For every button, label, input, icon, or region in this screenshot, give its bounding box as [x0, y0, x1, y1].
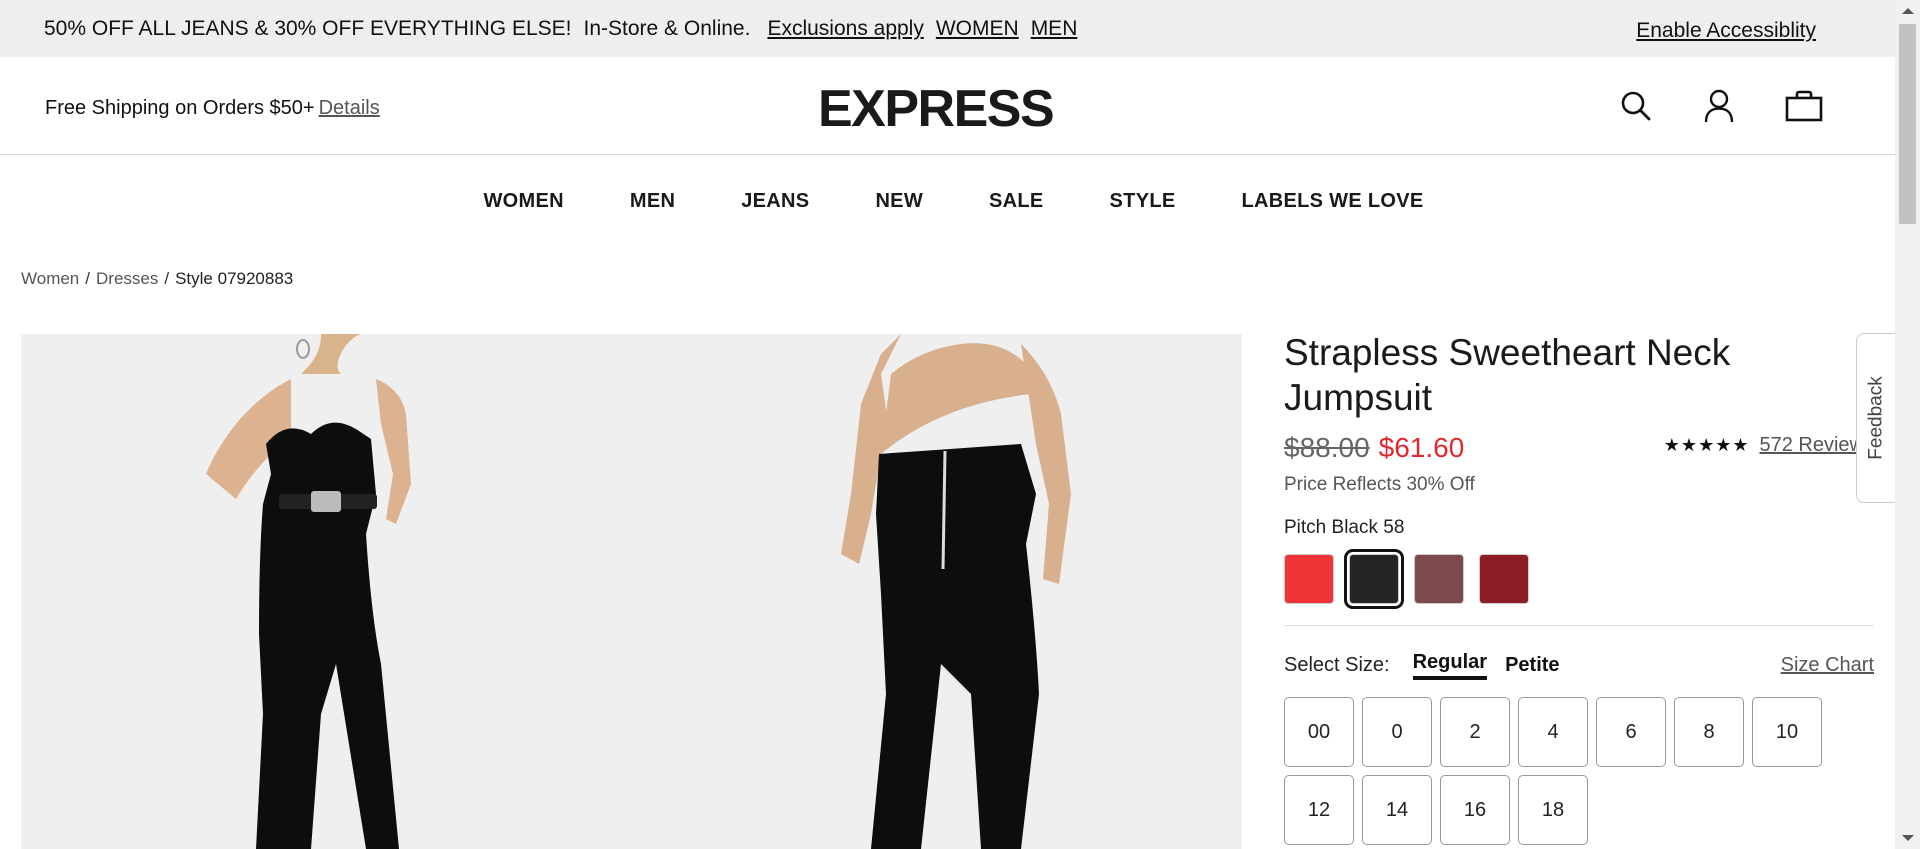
scroll-down-arrow-icon[interactable]: [1902, 835, 1914, 841]
size-option-18[interactable]: 18: [1518, 775, 1588, 845]
product-title: Strapless Sweetheart Neck Jumpsuit: [1284, 332, 1731, 418]
selected-color-name: Pitch Black 58: [1284, 517, 1405, 538]
size-option-12[interactable]: 12: [1284, 775, 1354, 845]
breadcrumb-separator: /: [85, 269, 90, 288]
color-swatch-burgundy[interactable]: [1479, 554, 1529, 604]
product-image-back[interactable]: [821, 334, 1121, 849]
shopping-bag-icon[interactable]: [1784, 86, 1824, 126]
color-swatch-mauve[interactable]: [1414, 554, 1464, 604]
original-price: $88.00: [1284, 432, 1370, 463]
review-summary: ★★★★★ 572 Reviews: [1664, 434, 1874, 457]
site-header: Free Shipping on Orders $50+ Details EXPR…: [0, 57, 1895, 155]
select-size-label: Select Size:: [1284, 654, 1390, 676]
size-option-10[interactable]: 10: [1752, 697, 1822, 767]
promo-men-link[interactable]: MEN: [1031, 17, 1078, 41]
breadcrumb: Women / Dresses / Style 07920883: [21, 269, 293, 289]
promo-bar: 50% OFF ALL JEANS & 30% OFF EVERYTHING E…: [0, 0, 1895, 57]
scroll-up-arrow-icon[interactable]: [1902, 8, 1914, 14]
size-option-16[interactable]: 16: [1440, 775, 1510, 845]
nav-men[interactable]: MEN: [630, 190, 675, 213]
nav-new[interactable]: NEW: [875, 190, 923, 213]
scrollbar-thumb[interactable]: [1899, 24, 1916, 224]
promo-subline: In-Store & Online.: [583, 16, 751, 40]
price-note: Price Reflects 30% Off: [1284, 474, 1475, 495]
nav-style[interactable]: STYLE: [1110, 190, 1176, 213]
shipping-details-link[interactable]: Details: [319, 97, 380, 119]
size-option-14[interactable]: 14: [1362, 775, 1432, 845]
size-options: 00 0 2 4 6 8 10 12 14 16 18: [1284, 697, 1844, 845]
size-tab-petite[interactable]: Petite: [1505, 654, 1559, 677]
shipping-text: Free Shipping on Orders $50+: [45, 97, 315, 119]
promo-women-link[interactable]: WOMEN: [936, 17, 1019, 41]
product-image-front[interactable]: [171, 334, 531, 849]
color-swatch-red[interactable]: [1284, 554, 1334, 604]
account-icon[interactable]: [1699, 86, 1739, 126]
breadcrumb-style: Style 07920883: [175, 269, 294, 288]
nav-labels-we-love[interactable]: LABELS WE LOVE: [1242, 190, 1424, 213]
feedback-tab[interactable]: Feedback: [1856, 333, 1896, 503]
promo-headline: 50% OFF ALL JEANS & 30% OFF EVERYTHING E…: [44, 16, 572, 40]
feedback-label: Feedback: [1865, 376, 1887, 460]
page-scrollbar[interactable]: [1895, 0, 1920, 849]
size-option-8[interactable]: 8: [1674, 697, 1744, 767]
product-info: Strapless Sweetheart Neck Jumpsuit $88.0…: [1284, 330, 1874, 845]
size-selector-header: Select Size: Regular Petite Size Chart: [1284, 651, 1874, 680]
exclusions-link[interactable]: Exclusions apply: [767, 17, 923, 41]
main-nav: WOMEN MEN JEANS NEW SALE STYLE LABELS WE…: [0, 155, 1895, 247]
size-option-2[interactable]: 2: [1440, 697, 1510, 767]
size-option-6[interactable]: 6: [1596, 697, 1666, 767]
size-option-0[interactable]: 0: [1362, 697, 1432, 767]
nav-sale[interactable]: SALE: [989, 190, 1044, 213]
express-logo[interactable]: EXPRESS: [818, 79, 1055, 139]
breadcrumb-women[interactable]: Women: [21, 269, 79, 288]
search-icon[interactable]: [1616, 86, 1656, 126]
size-chart-link[interactable]: Size Chart: [1781, 654, 1874, 677]
breadcrumb-separator: /: [164, 269, 170, 288]
shipping-info: Free Shipping on Orders $50+ Details: [45, 97, 380, 120]
nav-women[interactable]: WOMEN: [484, 190, 564, 213]
breadcrumb-dresses[interactable]: Dresses: [96, 269, 158, 288]
product-gallery: [21, 334, 1242, 849]
nav-jeans[interactable]: JEANS: [741, 190, 809, 213]
size-option-4[interactable]: 4: [1518, 697, 1588, 767]
size-tab-regular[interactable]: Regular: [1412, 651, 1488, 680]
color-swatch-pitch-black[interactable]: [1344, 549, 1404, 609]
size-option-00[interactable]: 00: [1284, 697, 1354, 767]
sale-price: $61.60: [1378, 432, 1465, 463]
enable-accessibility-link[interactable]: Enable Accessiblity: [1636, 19, 1816, 43]
color-swatches: [1284, 549, 1874, 626]
rating-stars-icon: ★★★★★: [1663, 435, 1750, 455]
